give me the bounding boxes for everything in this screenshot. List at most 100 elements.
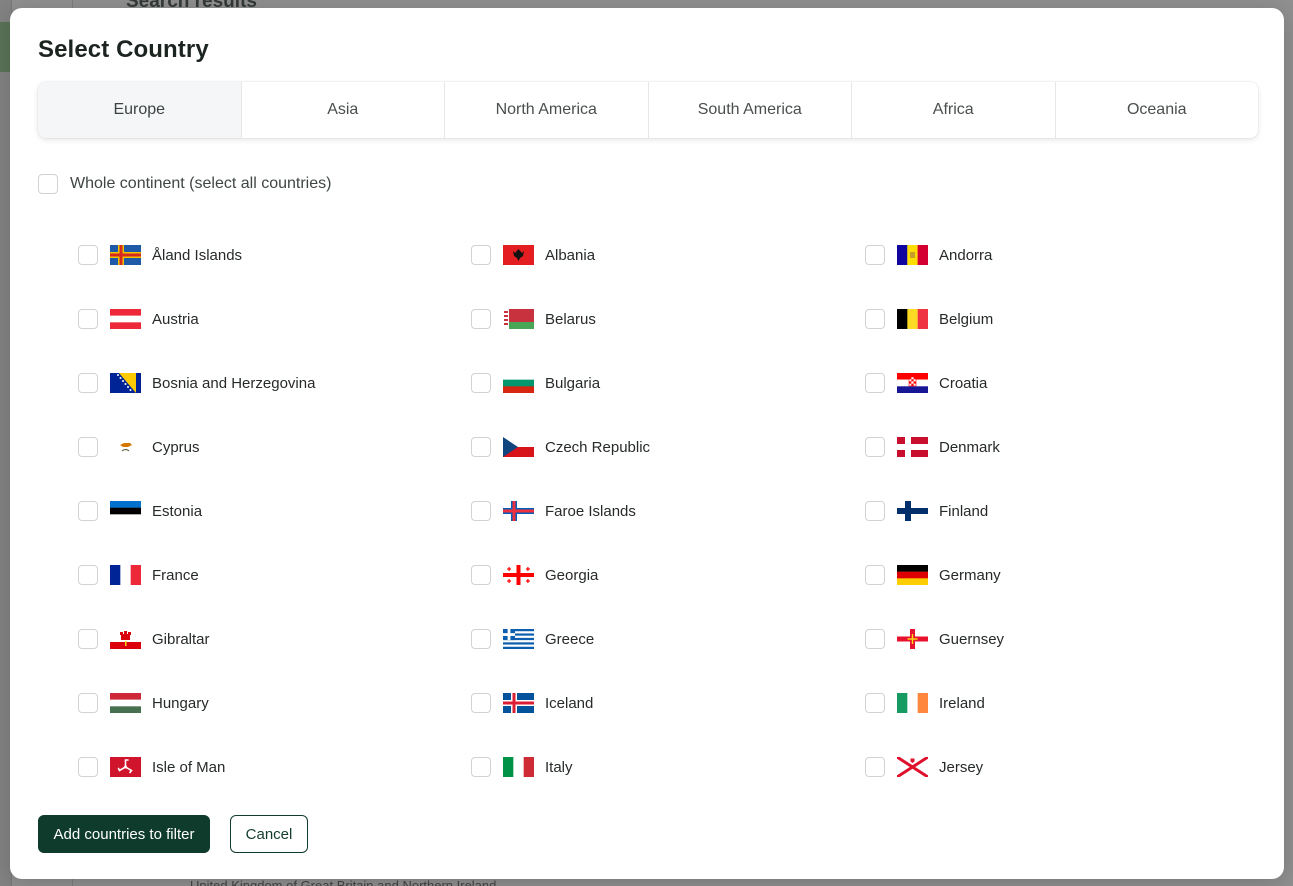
country-name: Albania — [545, 246, 596, 264]
country-option-ireland[interactable]: Ireland — [865, 671, 1258, 735]
flag-cyprus-icon — [110, 437, 141, 457]
country-option-cyprus[interactable]: Cyprus — [78, 415, 471, 479]
country-checkbox-hungary[interactable] — [78, 693, 98, 713]
country-checkbox-finland[interactable] — [865, 501, 885, 521]
country-checkbox-czech-republic[interactable] — [471, 437, 491, 457]
country-checkbox-croatia[interactable] — [865, 373, 885, 393]
country-checkbox-austria[interactable] — [78, 309, 98, 329]
country-checkbox-guernsey[interactable] — [865, 629, 885, 649]
modal-title: Select Country — [38, 36, 209, 63]
country-option-germany[interactable]: Germany — [865, 543, 1258, 607]
flag-iceland-icon — [503, 693, 534, 713]
country-checkbox-aland-islands[interactable] — [78, 245, 98, 265]
flag-austria-icon — [110, 309, 141, 329]
country-checkbox-ireland[interactable] — [865, 693, 885, 713]
whole-continent-label: Whole continent (select all countries) — [70, 175, 332, 192]
country-checkbox-iceland[interactable] — [471, 693, 491, 713]
country-checkbox-georgia[interactable] — [471, 565, 491, 585]
country-option-austria[interactable]: Austria — [78, 287, 471, 351]
flag-croatia-icon — [897, 373, 928, 393]
flag-albania-icon — [503, 245, 534, 265]
country-option-finland[interactable]: Finland — [865, 479, 1258, 543]
country-checkbox-france[interactable] — [78, 565, 98, 585]
country-checkbox-cyprus[interactable] — [78, 437, 98, 457]
country-option-bulgaria[interactable]: Bulgaria — [471, 351, 865, 415]
country-grid: Åland Islands Albania Andorra Austria Belaru… — [78, 223, 1258, 799]
country-name: Belarus — [545, 310, 596, 328]
country-option-gibraltar[interactable]: Gibraltar — [78, 607, 471, 671]
country-checkbox-italy[interactable] — [471, 757, 491, 777]
country-option-belgium[interactable]: Belgium — [865, 287, 1258, 351]
tab-south-america[interactable]: South America — [649, 82, 852, 138]
country-name: Belgium — [939, 310, 994, 328]
flag-estonia-icon — [110, 501, 141, 521]
country-option-albania[interactable]: Albania — [471, 223, 865, 287]
whole-continent-checkbox[interactable] — [38, 174, 58, 194]
flag-czech-republic-icon — [503, 437, 534, 457]
country-name: Estonia — [152, 502, 203, 520]
add-countries-button[interactable]: Add countries to filter — [38, 815, 210, 853]
country-option-aland-islands[interactable]: Åland Islands — [78, 223, 471, 287]
country-option-croatia[interactable]: Croatia — [865, 351, 1258, 415]
flag-gibraltar-icon — [110, 629, 141, 649]
tab-north-america[interactable]: North America — [445, 82, 649, 138]
country-checkbox-bulgaria[interactable] — [471, 373, 491, 393]
country-option-italy[interactable]: Italy — [471, 735, 865, 799]
country-option-bosnia-and-herzegovina[interactable]: Bosnia and Herzegovina — [78, 351, 471, 415]
country-checkbox-germany[interactable] — [865, 565, 885, 585]
country-name: Cyprus — [152, 438, 200, 456]
select-country-modal: Select Country Europe Asia North America… — [10, 8, 1284, 879]
country-checkbox-belgium[interactable] — [865, 309, 885, 329]
country-option-guernsey[interactable]: Guernsey — [865, 607, 1258, 671]
country-name: Bulgaria — [545, 374, 601, 392]
whole-continent-option[interactable]: Whole continent (select all countries) — [38, 174, 331, 194]
tab-europe[interactable]: Europe — [38, 82, 242, 138]
country-name: Gibraltar — [152, 630, 210, 648]
country-name: Finland — [939, 502, 989, 520]
flag-denmark-icon — [897, 437, 928, 457]
country-option-greece[interactable]: Greece — [471, 607, 865, 671]
country-option-iceland[interactable]: Iceland — [471, 671, 865, 735]
country-name: Iceland — [545, 694, 594, 712]
cancel-button[interactable]: Cancel — [230, 815, 308, 853]
country-option-denmark[interactable]: Denmark — [865, 415, 1258, 479]
country-checkbox-greece[interactable] — [471, 629, 491, 649]
country-checkbox-andorra[interactable] — [865, 245, 885, 265]
country-checkbox-isle-of-man[interactable] — [78, 757, 98, 777]
country-option-belarus[interactable]: Belarus — [471, 287, 865, 351]
tab-oceania[interactable]: Oceania — [1056, 82, 1259, 138]
country-option-isle-of-man[interactable]: Isle of Man — [78, 735, 471, 799]
flag-bulgaria-icon — [503, 373, 534, 393]
country-option-andorra[interactable]: Andorra — [865, 223, 1258, 287]
country-checkbox-albania[interactable] — [471, 245, 491, 265]
country-name: Ireland — [939, 694, 985, 712]
country-option-faroe-islands[interactable]: Faroe Islands — [471, 479, 865, 543]
flag-ireland-icon — [897, 693, 928, 713]
flag-finland-icon — [897, 501, 928, 521]
country-name: Czech Republic — [545, 438, 651, 456]
continent-tabs: Europe Asia North America South America … — [38, 82, 1258, 138]
country-checkbox-jersey[interactable] — [865, 757, 885, 777]
country-option-france[interactable]: France — [78, 543, 471, 607]
country-name: Åland Islands — [152, 246, 243, 264]
country-checkbox-bosnia-and-herzegovina[interactable] — [78, 373, 98, 393]
country-option-georgia[interactable]: Georgia — [471, 543, 865, 607]
country-option-hungary[interactable]: Hungary — [78, 671, 471, 735]
country-option-jersey[interactable]: Jersey — [865, 735, 1258, 799]
country-option-estonia[interactable]: Estonia — [78, 479, 471, 543]
country-checkbox-estonia[interactable] — [78, 501, 98, 521]
country-checkbox-faroe-islands[interactable] — [471, 501, 491, 521]
country-name: Austria — [152, 310, 199, 328]
country-checkbox-belarus[interactable] — [471, 309, 491, 329]
country-checkbox-denmark[interactable] — [865, 437, 885, 457]
country-option-czech-republic[interactable]: Czech Republic — [471, 415, 865, 479]
country-checkbox-gibraltar[interactable] — [78, 629, 98, 649]
flag-isle-of-man-icon — [110, 757, 141, 777]
country-name: Guernsey — [939, 630, 1005, 648]
flag-greece-icon — [503, 629, 534, 649]
tab-africa[interactable]: Africa — [852, 82, 1056, 138]
flag-france-icon — [110, 565, 141, 585]
flag-aland-islands-icon — [110, 245, 141, 265]
flag-germany-icon — [897, 565, 928, 585]
tab-asia[interactable]: Asia — [242, 82, 445, 138]
